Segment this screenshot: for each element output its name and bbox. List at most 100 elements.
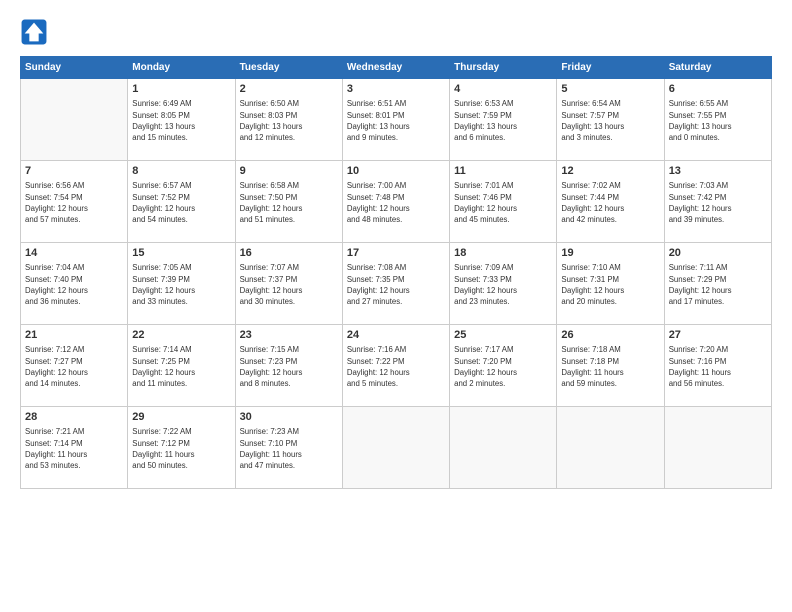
calendar-cell: 15Sunrise: 7:05 AM Sunset: 7:39 PM Dayli… xyxy=(128,243,235,325)
calendar-week-row: 28Sunrise: 7:21 AM Sunset: 7:14 PM Dayli… xyxy=(21,407,772,489)
day-info: Sunrise: 6:57 AM Sunset: 7:52 PM Dayligh… xyxy=(132,180,230,225)
weekday-header-sunday: Sunday xyxy=(21,57,128,79)
day-number: 30 xyxy=(240,410,338,425)
calendar-cell: 17Sunrise: 7:08 AM Sunset: 7:35 PM Dayli… xyxy=(342,243,449,325)
day-info: Sunrise: 7:21 AM Sunset: 7:14 PM Dayligh… xyxy=(25,426,123,471)
day-info: Sunrise: 6:49 AM Sunset: 8:05 PM Dayligh… xyxy=(132,98,230,143)
calendar-cell: 6Sunrise: 6:55 AM Sunset: 7:55 PM Daylig… xyxy=(664,79,771,161)
calendar-cell: 18Sunrise: 7:09 AM Sunset: 7:33 PM Dayli… xyxy=(450,243,557,325)
calendar-cell: 5Sunrise: 6:54 AM Sunset: 7:57 PM Daylig… xyxy=(557,79,664,161)
day-info: Sunrise: 7:17 AM Sunset: 7:20 PM Dayligh… xyxy=(454,344,552,389)
day-info: Sunrise: 7:20 AM Sunset: 7:16 PM Dayligh… xyxy=(669,344,767,389)
calendar-cell: 14Sunrise: 7:04 AM Sunset: 7:40 PM Dayli… xyxy=(21,243,128,325)
day-number: 11 xyxy=(454,164,552,179)
calendar-week-row: 7Sunrise: 6:56 AM Sunset: 7:54 PM Daylig… xyxy=(21,161,772,243)
calendar-cell: 4Sunrise: 6:53 AM Sunset: 7:59 PM Daylig… xyxy=(450,79,557,161)
day-number: 18 xyxy=(454,246,552,261)
page-header xyxy=(20,18,772,46)
day-number: 6 xyxy=(669,82,767,97)
day-number: 26 xyxy=(561,328,659,343)
day-info: Sunrise: 7:12 AM Sunset: 7:27 PM Dayligh… xyxy=(25,344,123,389)
calendar-cell: 1Sunrise: 6:49 AM Sunset: 8:05 PM Daylig… xyxy=(128,79,235,161)
day-number: 3 xyxy=(347,82,445,97)
calendar-cell: 25Sunrise: 7:17 AM Sunset: 7:20 PM Dayli… xyxy=(450,325,557,407)
logo-icon xyxy=(20,18,48,46)
day-number: 4 xyxy=(454,82,552,97)
day-number: 19 xyxy=(561,246,659,261)
day-number: 8 xyxy=(132,164,230,179)
weekday-header-wednesday: Wednesday xyxy=(342,57,449,79)
day-number: 16 xyxy=(240,246,338,261)
calendar-cell: 3Sunrise: 6:51 AM Sunset: 8:01 PM Daylig… xyxy=(342,79,449,161)
day-info: Sunrise: 6:58 AM Sunset: 7:50 PM Dayligh… xyxy=(240,180,338,225)
day-number: 12 xyxy=(561,164,659,179)
day-number: 20 xyxy=(669,246,767,261)
logo xyxy=(20,18,52,46)
day-number: 7 xyxy=(25,164,123,179)
day-number: 13 xyxy=(669,164,767,179)
calendar-cell xyxy=(557,407,664,489)
weekday-header-tuesday: Tuesday xyxy=(235,57,342,79)
calendar-week-row: 21Sunrise: 7:12 AM Sunset: 7:27 PM Dayli… xyxy=(21,325,772,407)
day-info: Sunrise: 7:05 AM Sunset: 7:39 PM Dayligh… xyxy=(132,262,230,307)
day-info: Sunrise: 7:02 AM Sunset: 7:44 PM Dayligh… xyxy=(561,180,659,225)
day-info: Sunrise: 7:14 AM Sunset: 7:25 PM Dayligh… xyxy=(132,344,230,389)
calendar-cell: 19Sunrise: 7:10 AM Sunset: 7:31 PM Dayli… xyxy=(557,243,664,325)
calendar-cell: 10Sunrise: 7:00 AM Sunset: 7:48 PM Dayli… xyxy=(342,161,449,243)
day-info: Sunrise: 7:09 AM Sunset: 7:33 PM Dayligh… xyxy=(454,262,552,307)
day-number: 22 xyxy=(132,328,230,343)
calendar-cell: 26Sunrise: 7:18 AM Sunset: 7:18 PM Dayli… xyxy=(557,325,664,407)
day-info: Sunrise: 7:00 AM Sunset: 7:48 PM Dayligh… xyxy=(347,180,445,225)
calendar-cell: 30Sunrise: 7:23 AM Sunset: 7:10 PM Dayli… xyxy=(235,407,342,489)
weekday-header-row: SundayMondayTuesdayWednesdayThursdayFrid… xyxy=(21,57,772,79)
weekday-header-thursday: Thursday xyxy=(450,57,557,79)
calendar-cell: 12Sunrise: 7:02 AM Sunset: 7:44 PM Dayli… xyxy=(557,161,664,243)
calendar-table: SundayMondayTuesdayWednesdayThursdayFrid… xyxy=(20,56,772,489)
day-number: 1 xyxy=(132,82,230,97)
calendar-cell: 29Sunrise: 7:22 AM Sunset: 7:12 PM Dayli… xyxy=(128,407,235,489)
day-info: Sunrise: 6:56 AM Sunset: 7:54 PM Dayligh… xyxy=(25,180,123,225)
day-number: 5 xyxy=(561,82,659,97)
day-number: 15 xyxy=(132,246,230,261)
day-info: Sunrise: 7:23 AM Sunset: 7:10 PM Dayligh… xyxy=(240,426,338,471)
day-number: 2 xyxy=(240,82,338,97)
day-info: Sunrise: 6:50 AM Sunset: 8:03 PM Dayligh… xyxy=(240,98,338,143)
calendar-cell xyxy=(342,407,449,489)
calendar-cell: 28Sunrise: 7:21 AM Sunset: 7:14 PM Dayli… xyxy=(21,407,128,489)
calendar-cell: 21Sunrise: 7:12 AM Sunset: 7:27 PM Dayli… xyxy=(21,325,128,407)
calendar-cell: 2Sunrise: 6:50 AM Sunset: 8:03 PM Daylig… xyxy=(235,79,342,161)
day-info: Sunrise: 7:18 AM Sunset: 7:18 PM Dayligh… xyxy=(561,344,659,389)
calendar-cell: 11Sunrise: 7:01 AM Sunset: 7:46 PM Dayli… xyxy=(450,161,557,243)
calendar-cell: 23Sunrise: 7:15 AM Sunset: 7:23 PM Dayli… xyxy=(235,325,342,407)
calendar-cell: 22Sunrise: 7:14 AM Sunset: 7:25 PM Dayli… xyxy=(128,325,235,407)
day-number: 21 xyxy=(25,328,123,343)
day-info: Sunrise: 6:55 AM Sunset: 7:55 PM Dayligh… xyxy=(669,98,767,143)
calendar-cell xyxy=(450,407,557,489)
calendar-cell: 8Sunrise: 6:57 AM Sunset: 7:52 PM Daylig… xyxy=(128,161,235,243)
day-number: 29 xyxy=(132,410,230,425)
day-number: 14 xyxy=(25,246,123,261)
weekday-header-saturday: Saturday xyxy=(664,57,771,79)
day-info: Sunrise: 7:04 AM Sunset: 7:40 PM Dayligh… xyxy=(25,262,123,307)
day-info: Sunrise: 7:01 AM Sunset: 7:46 PM Dayligh… xyxy=(454,180,552,225)
calendar-cell: 13Sunrise: 7:03 AM Sunset: 7:42 PM Dayli… xyxy=(664,161,771,243)
calendar-cell xyxy=(664,407,771,489)
calendar-cell: 24Sunrise: 7:16 AM Sunset: 7:22 PM Dayli… xyxy=(342,325,449,407)
calendar-cell: 9Sunrise: 6:58 AM Sunset: 7:50 PM Daylig… xyxy=(235,161,342,243)
day-info: Sunrise: 6:51 AM Sunset: 8:01 PM Dayligh… xyxy=(347,98,445,143)
calendar-cell: 20Sunrise: 7:11 AM Sunset: 7:29 PM Dayli… xyxy=(664,243,771,325)
day-number: 10 xyxy=(347,164,445,179)
calendar-cell: 16Sunrise: 7:07 AM Sunset: 7:37 PM Dayli… xyxy=(235,243,342,325)
day-info: Sunrise: 7:15 AM Sunset: 7:23 PM Dayligh… xyxy=(240,344,338,389)
weekday-header-friday: Friday xyxy=(557,57,664,79)
day-number: 24 xyxy=(347,328,445,343)
day-number: 28 xyxy=(25,410,123,425)
day-info: Sunrise: 7:10 AM Sunset: 7:31 PM Dayligh… xyxy=(561,262,659,307)
calendar-cell: 27Sunrise: 7:20 AM Sunset: 7:16 PM Dayli… xyxy=(664,325,771,407)
day-number: 17 xyxy=(347,246,445,261)
day-info: Sunrise: 7:22 AM Sunset: 7:12 PM Dayligh… xyxy=(132,426,230,471)
day-info: Sunrise: 7:16 AM Sunset: 7:22 PM Dayligh… xyxy=(347,344,445,389)
day-number: 25 xyxy=(454,328,552,343)
day-info: Sunrise: 7:11 AM Sunset: 7:29 PM Dayligh… xyxy=(669,262,767,307)
calendar-week-row: 1Sunrise: 6:49 AM Sunset: 8:05 PM Daylig… xyxy=(21,79,772,161)
